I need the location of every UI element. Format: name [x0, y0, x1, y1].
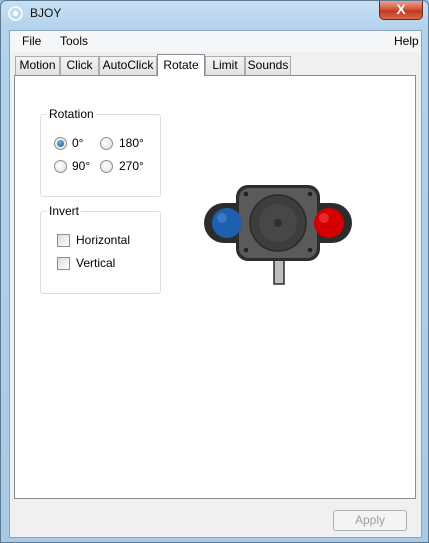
apply-button[interactable]: Apply [333, 510, 407, 531]
invert-horizontal-label[interactable]: Horizontal [76, 233, 130, 247]
rotation-0-radio[interactable] [54, 137, 67, 150]
tab-rotate[interactable]: Rotate [157, 54, 205, 76]
window-title: BJOY [30, 6, 62, 20]
tab-autoclick[interactable]: AutoClick [99, 56, 157, 75]
left-button-light [212, 208, 242, 238]
menu-file[interactable]: File [22, 34, 41, 48]
rotation-270-label[interactable]: 270° [119, 159, 144, 173]
rotation-group-title: Rotation [47, 107, 96, 121]
app-logo-icon [8, 6, 23, 21]
right-button-light [314, 208, 344, 238]
invert-vertical-label[interactable]: Vertical [76, 256, 115, 270]
invert-vertical-checkbox[interactable] [57, 257, 70, 270]
rotate-tab-panel: Rotation 0° 180° 90° 270° Invert Horizon… [14, 75, 416, 499]
joystick-preview-image [204, 185, 352, 285]
rotation-90-label[interactable]: 90° [72, 159, 90, 173]
invert-group: Invert Horizontal Vertical [40, 204, 161, 294]
client-area: File Tools Help Motion Click AutoClick R… [9, 30, 422, 538]
rotation-group: Rotation 0° 180° 90° 270° [40, 107, 161, 197]
menu-tools[interactable]: Tools [60, 34, 88, 48]
menu-help[interactable]: Help [394, 34, 419, 48]
invert-horizontal-checkbox[interactable] [57, 234, 70, 247]
title-bar[interactable]: BJOY X [1, 1, 428, 27]
rotation-0-label[interactable]: 0° [72, 136, 83, 150]
tab-sounds[interactable]: Sounds [245, 56, 291, 75]
rotation-180-radio[interactable] [100, 137, 113, 150]
menu-bar: File Tools Help [10, 31, 421, 52]
app-window: BJOY X File Tools Help Motion Click Auto… [0, 0, 429, 543]
tab-limit[interactable]: Limit [205, 56, 245, 75]
tab-click[interactable]: Click [60, 56, 99, 75]
rotation-180-label[interactable]: 180° [119, 136, 144, 150]
rotation-90-radio[interactable] [54, 160, 67, 173]
invert-group-title: Invert [47, 204, 82, 218]
tab-motion[interactable]: Motion [15, 56, 60, 75]
rotation-270-radio[interactable] [100, 160, 113, 173]
close-button[interactable]: X [379, 1, 423, 20]
